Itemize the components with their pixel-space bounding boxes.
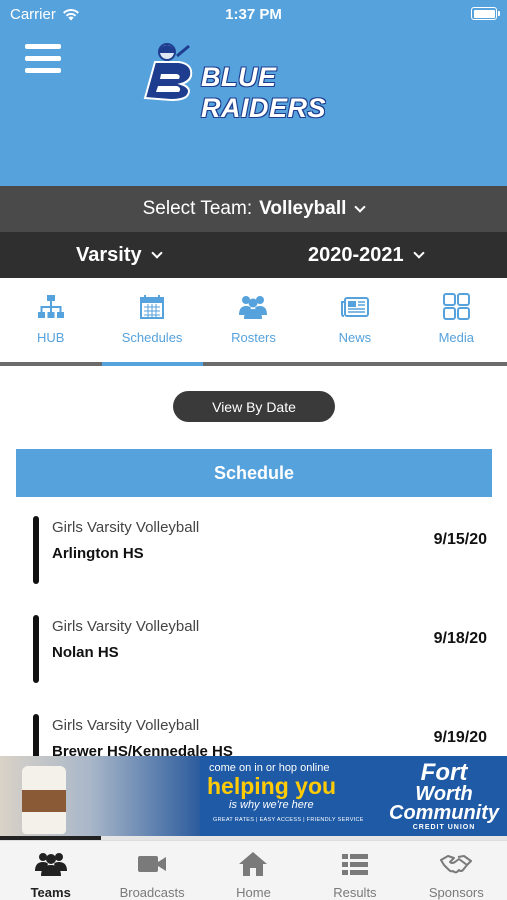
team-selector[interactable]: Select Team: Volleyball xyxy=(0,186,507,232)
nav-label: Home xyxy=(236,885,271,900)
team-logo: BLUE RAIDERS xyxy=(137,40,392,123)
tab-divider xyxy=(0,362,507,366)
level-value: Varsity xyxy=(76,244,142,266)
video-camera-icon xyxy=(138,856,167,872)
sport-name: Girls Varsity Volleyball xyxy=(52,717,200,734)
nav-label: Sponsors xyxy=(428,885,484,900)
season-dropdown[interactable]: 2020-2021 xyxy=(308,244,425,267)
brand-wordmark: BLUE RAIDERS xyxy=(201,62,327,123)
bottom-nav: Teams Broadcasts Home Results Sponsors xyxy=(0,840,507,900)
app-header: Carrier 1:37 PM BLUE RAIDERS xyxy=(0,0,507,186)
cup-sleeve xyxy=(22,790,66,812)
sponsor-name-2: Worth xyxy=(415,782,473,805)
nav-results[interactable]: Results xyxy=(304,841,405,900)
teams-icon xyxy=(34,853,67,876)
tab-hub[interactable]: HUB xyxy=(0,278,101,366)
nav-home[interactable]: Home xyxy=(203,841,304,900)
menu-button[interactable] xyxy=(25,44,61,74)
schedule-header: Schedule xyxy=(16,449,492,497)
tab-label: Rosters xyxy=(231,330,276,345)
result-indicator xyxy=(33,615,39,683)
nav-label: Teams xyxy=(30,885,71,900)
nav-broadcasts[interactable]: Broadcasts xyxy=(101,841,202,900)
ad-subline: is why we're here xyxy=(229,799,314,811)
active-tab-indicator xyxy=(102,362,203,366)
chevron-down-icon xyxy=(150,247,163,259)
opponent-name: Nolan HS xyxy=(52,644,119,661)
tab-label: News xyxy=(338,330,372,345)
handshake-icon xyxy=(440,855,473,874)
chevron-down-icon xyxy=(412,247,425,259)
tab-news[interactable]: News xyxy=(304,278,405,366)
opponent-name: Arlington HS xyxy=(52,545,144,562)
org-chart-icon xyxy=(37,295,64,318)
raider-mascot-icon xyxy=(143,43,193,102)
tab-media[interactable]: Media xyxy=(406,278,507,366)
schedule-item[interactable]: Girls Varsity Volleyball Nolan HS 9/18/2… xyxy=(0,613,507,693)
newspaper-icon xyxy=(340,297,369,317)
grid-icon xyxy=(443,293,471,320)
chevron-down-icon xyxy=(354,200,367,213)
tab-label: Schedules xyxy=(121,330,183,345)
ad-headline: helping you xyxy=(207,773,337,799)
ad-photo xyxy=(0,756,200,836)
sponsor-logo: Fort Worth Community CREDIT UNION xyxy=(388,759,500,831)
level-season-bar: Varsity 2020-2021 xyxy=(0,232,507,278)
team-selector-label: Select Team: xyxy=(142,198,253,219)
section-tabs: HUB Schedules Rosters News Media xyxy=(0,278,507,366)
sponsor-name-1: Fort xyxy=(420,759,468,786)
nav-teams[interactable]: Teams xyxy=(0,841,101,900)
schedule-item[interactable]: Girls Varsity Volleyball Arlington HS 9/… xyxy=(0,514,507,594)
sport-name: Girls Varsity Volleyball xyxy=(52,618,200,635)
status-bar: Carrier 1:37 PM xyxy=(0,0,507,30)
nav-label: Broadcasts xyxy=(119,885,185,900)
tab-label: Media xyxy=(438,330,474,345)
level-dropdown[interactable]: Varsity xyxy=(76,244,163,267)
sport-name: Girls Varsity Volleyball xyxy=(52,519,200,536)
tab-rosters[interactable]: Rosters xyxy=(203,278,304,366)
season-value: 2020-2021 xyxy=(308,244,404,266)
team-selector-value: Volleyball xyxy=(259,198,347,219)
tab-schedules[interactable]: Schedules xyxy=(101,278,202,366)
ad-features: GREAT RATES | EASY ACCESS | FRIENDLY SER… xyxy=(213,817,364,823)
game-date: 9/15/20 xyxy=(433,531,487,548)
sponsor-name-3: Community xyxy=(389,801,499,824)
home-icon xyxy=(239,852,268,876)
nav-label: Results xyxy=(333,885,377,900)
result-indicator xyxy=(33,516,39,584)
list-icon xyxy=(341,854,368,875)
tab-label: HUB xyxy=(36,330,65,345)
calendar-icon xyxy=(140,295,165,319)
nav-sponsors[interactable]: Sponsors xyxy=(406,841,507,900)
game-date: 9/18/20 xyxy=(433,630,487,647)
sponsor-ad-banner[interactable]: come on in or hop online helping you is … xyxy=(0,756,507,836)
people-icon xyxy=(239,296,268,319)
clock: 1:37 PM xyxy=(225,6,282,23)
game-date: 9/19/20 xyxy=(433,729,487,746)
view-by-date-button[interactable]: View By Date xyxy=(173,391,335,422)
battery-icon xyxy=(471,7,500,20)
sponsor-name-4: CREDIT UNION xyxy=(412,823,476,831)
